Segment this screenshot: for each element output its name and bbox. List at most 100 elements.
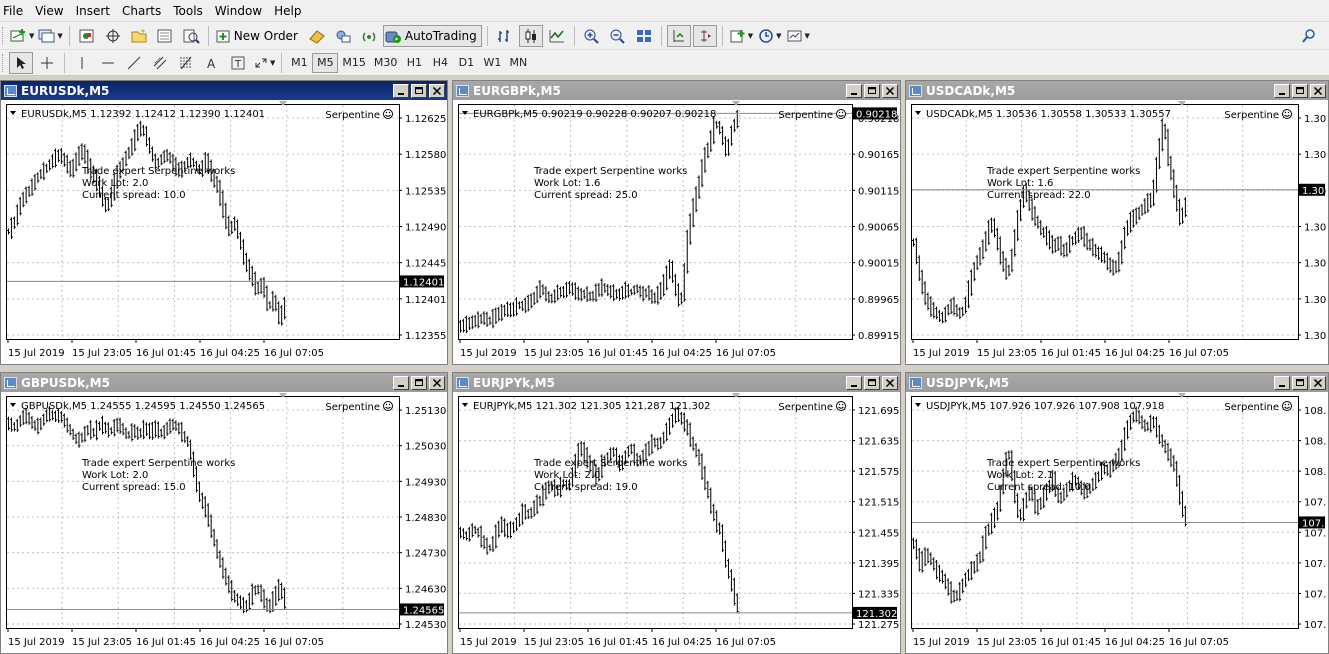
terminal-button[interactable] bbox=[153, 25, 177, 47]
strategy-tester-button[interactable] bbox=[179, 25, 203, 47]
new-chart-button[interactable]: ▼ bbox=[9, 25, 35, 47]
profiles-button[interactable]: ▼ bbox=[37, 25, 63, 47]
crosshair-button[interactable] bbox=[35, 52, 59, 74]
chart-window[interactable]: USDJPYk,M5 USDJPYk,M5 107.926 107.926 107… bbox=[905, 372, 1329, 654]
zoom-out-button[interactable] bbox=[606, 25, 630, 47]
toolbar-grip[interactable] bbox=[2, 53, 5, 72]
periods-button[interactable]: ▼ bbox=[756, 25, 782, 47]
timeframe-m30[interactable]: M30 bbox=[370, 53, 402, 73]
zoom-in-button[interactable] bbox=[580, 25, 604, 47]
minimize-button[interactable] bbox=[1274, 375, 1290, 390]
menu-window[interactable]: Window bbox=[209, 0, 268, 22]
timeframe-m15[interactable]: M15 bbox=[338, 53, 370, 73]
maximize-button[interactable] bbox=[864, 83, 880, 98]
chart-window-titlebar[interactable]: USDCADk,M5 bbox=[906, 81, 1328, 100]
horizontal-line-button[interactable] bbox=[96, 52, 120, 74]
chart-window-titlebar[interactable]: USDJPYk,M5 bbox=[906, 373, 1328, 392]
minimize-button[interactable] bbox=[846, 375, 862, 390]
maximize-button[interactable] bbox=[411, 375, 427, 390]
close-button[interactable] bbox=[429, 83, 445, 98]
vps-button[interactable] bbox=[357, 25, 381, 47]
data-window-button[interactable] bbox=[101, 25, 125, 47]
signals-button[interactable] bbox=[331, 25, 355, 47]
navigator-button[interactable] bbox=[127, 25, 151, 47]
chart-shift-button[interactable] bbox=[692, 24, 717, 47]
close-button[interactable] bbox=[882, 83, 898, 98]
indicators-button[interactable]: ▼ bbox=[728, 25, 754, 47]
chart-window-titlebar[interactable]: EURUSDk,M5 bbox=[1, 81, 447, 100]
price-chart[interactable]: USDCADk,M5 1.30536 1.30558 1.30533 1.305… bbox=[906, 100, 1328, 364]
timeframe-h1[interactable]: H1 bbox=[401, 53, 427, 73]
chart-window[interactable]: EURUSDk,M5 EURUSDk,M5 1.12392 1.12412 1.1… bbox=[0, 80, 448, 365]
search-button[interactable] bbox=[1297, 25, 1321, 47]
tile-windows-button[interactable] bbox=[632, 25, 656, 47]
metaeditor-button[interactable] bbox=[305, 25, 329, 47]
minimize-button[interactable] bbox=[393, 83, 409, 98]
chart-window[interactable]: EURJPYk,M5 EURJPYk,M5 121.302 121.305 121… bbox=[452, 372, 901, 654]
text-button[interactable]: A bbox=[200, 52, 224, 74]
trendline-button[interactable] bbox=[122, 52, 146, 74]
bar-chart-button[interactable] bbox=[493, 25, 517, 47]
menu-file[interactable]: File bbox=[0, 0, 29, 22]
close-button[interactable] bbox=[1310, 83, 1326, 98]
chart-window-titlebar[interactable]: EURGBPk,M5 bbox=[453, 81, 900, 100]
menu-help[interactable]: Help bbox=[268, 0, 307, 22]
timeframe-m5[interactable]: M5 bbox=[312, 52, 339, 73]
timeframe-h4[interactable]: H4 bbox=[427, 53, 453, 73]
expert-smiley-icon[interactable] bbox=[836, 401, 846, 411]
maximize-button[interactable] bbox=[1292, 375, 1308, 390]
maximize-button[interactable] bbox=[1292, 83, 1308, 98]
timeframe-d1[interactable]: D1 bbox=[453, 53, 479, 73]
close-button[interactable] bbox=[1310, 375, 1326, 390]
maximize-button[interactable] bbox=[411, 83, 427, 98]
timeframe-m1[interactable]: M1 bbox=[286, 53, 312, 73]
close-button[interactable] bbox=[882, 375, 898, 390]
price-chart[interactable]: EURUSDk,M5 1.12392 1.12412 1.12390 1.124… bbox=[1, 100, 447, 364]
chart-window[interactable]: GBPUSDk,M5 GBPUSDk,M5 1.24555 1.24595 1.2… bbox=[0, 372, 448, 654]
time-axis-label: 16 Jul 04:25 bbox=[200, 637, 260, 648]
market-watch-button[interactable] bbox=[75, 25, 99, 47]
menu-tools[interactable]: Tools bbox=[167, 0, 209, 22]
templates-button[interactable]: ▼ bbox=[785, 25, 811, 47]
menu-insert[interactable]: Insert bbox=[70, 0, 116, 22]
vertical-line-button[interactable] bbox=[70, 52, 94, 74]
toolbar-grip[interactable] bbox=[2, 26, 5, 45]
chart-window[interactable]: USDCADk,M5 USDCADk,M5 1.30536 1.30558 1.3… bbox=[905, 80, 1329, 365]
price-axis-label: 1.12445 bbox=[405, 259, 446, 270]
line-chart-button[interactable] bbox=[545, 25, 569, 47]
price-chart[interactable]: USDJPYk,M5 107.926 107.926 107.908 107.9… bbox=[906, 392, 1328, 653]
chart-window[interactable]: EURGBPk,M5 EURGBPk,M5 0.90219 0.90228 0.9… bbox=[452, 80, 901, 365]
text-label-button[interactable]: T bbox=[226, 52, 250, 74]
candlestick-chart-button[interactable] bbox=[518, 24, 543, 47]
price-chart[interactable]: EURJPYk,M5 121.302 121.305 121.287 121.3… bbox=[453, 392, 900, 653]
cursor-button[interactable] bbox=[9, 51, 33, 74]
arrows-button[interactable]: ▼ bbox=[252, 52, 276, 74]
minimize-button[interactable] bbox=[846, 83, 862, 98]
menu-charts[interactable]: Charts bbox=[116, 0, 167, 22]
chart-window-titlebar[interactable]: GBPUSDk,M5 bbox=[1, 373, 447, 392]
expert-smiley-icon[interactable] bbox=[383, 109, 393, 119]
price-chart[interactable]: EURGBPk,M5 0.90219 0.90228 0.90207 0.902… bbox=[453, 100, 900, 364]
timeframe-mn[interactable]: MN bbox=[505, 53, 531, 73]
expert-smiley-icon[interactable] bbox=[383, 401, 393, 411]
expert-smiley-icon[interactable] bbox=[1282, 401, 1292, 411]
chart-window-titlebar[interactable]: EURJPYk,M5 bbox=[453, 373, 900, 392]
auto-scroll-button[interactable] bbox=[666, 24, 691, 47]
timeframe-w1[interactable]: W1 bbox=[479, 53, 505, 73]
menu-view[interactable]: View bbox=[29, 0, 69, 22]
fibonacci-button[interactable] bbox=[174, 52, 198, 74]
maximize-button[interactable] bbox=[864, 375, 880, 390]
expert-smiley-icon[interactable] bbox=[836, 109, 846, 119]
minimize-button[interactable] bbox=[1274, 83, 1290, 98]
minimize-button[interactable] bbox=[393, 375, 409, 390]
horizontal-line-icon bbox=[102, 62, 114, 63]
current-price-value: 1.12401 bbox=[403, 277, 444, 288]
price-chart[interactable]: GBPUSDk,M5 1.24555 1.24595 1.24550 1.245… bbox=[1, 392, 447, 653]
new-order-button[interactable]: New Order bbox=[214, 25, 303, 47]
equidistant-channel-button[interactable] bbox=[148, 52, 172, 74]
chart-window-icon bbox=[456, 84, 469, 97]
expert-smiley-icon[interactable] bbox=[1282, 109, 1292, 119]
autotrading-button[interactable]: AutoTrading bbox=[382, 24, 482, 47]
close-button[interactable] bbox=[429, 375, 445, 390]
plot-frame bbox=[6, 396, 400, 629]
